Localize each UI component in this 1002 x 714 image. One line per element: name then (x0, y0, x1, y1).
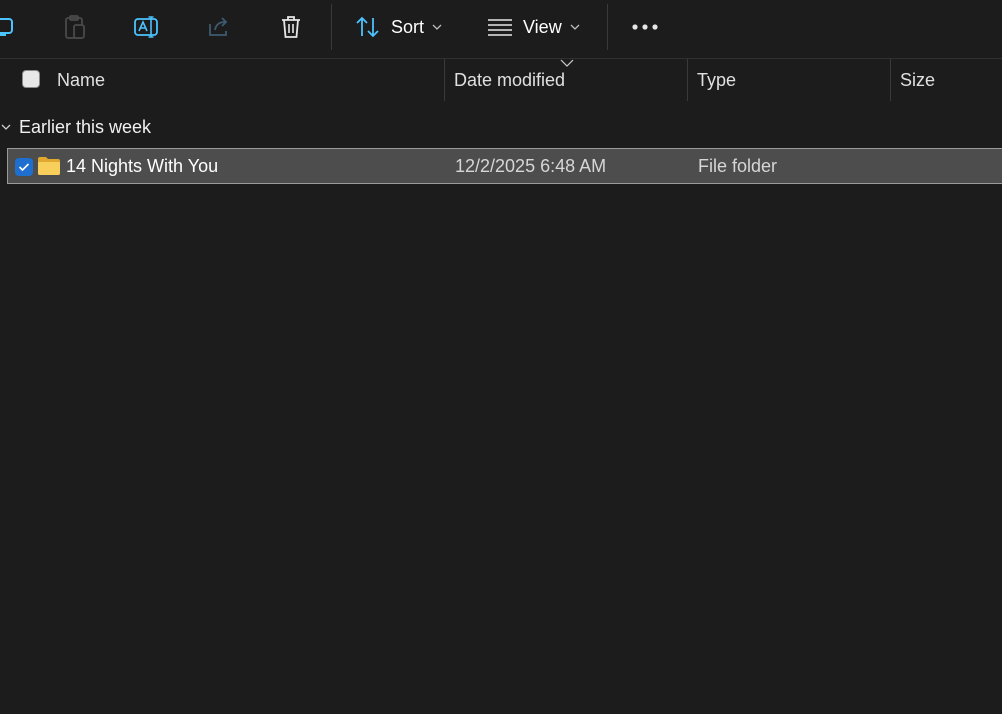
view-button[interactable]: View (487, 9, 587, 45)
file-name-text: 14 Nights With You (66, 155, 219, 176)
share-icon (209, 17, 228, 36)
delete-button[interactable] (276, 9, 306, 45)
checkmark-icon (18, 163, 30, 172)
group-header[interactable]: Earlier this week (0, 112, 151, 142)
row-checkbox[interactable] (15, 158, 33, 176)
column-header-type-label: Type (697, 69, 737, 90)
column-header-size[interactable]: Size (900, 59, 1000, 101)
toolbar-separator (331, 4, 332, 50)
sort-icon (356, 16, 379, 38)
column-header-date-label: Date modified (454, 69, 566, 90)
select-all-checkbox[interactable] (22, 70, 40, 88)
file-name: 14 Nights With You (66, 149, 218, 183)
copy-icon (0, 18, 13, 36)
chevron-down-icon (432, 24, 442, 30)
file-date-modified: 12/2/2025 6:48 AM (455, 149, 606, 183)
rename-button[interactable] (132, 9, 162, 45)
more-icon (632, 24, 658, 30)
file-date-text: 12/2/2025 6:48 AM (455, 155, 607, 176)
column-header-name-label: Name (57, 69, 106, 90)
folder-icon (38, 157, 60, 175)
share-button[interactable] (204, 9, 234, 45)
chevron-down-icon (1, 124, 11, 130)
column-header-name[interactable]: Name (57, 59, 442, 101)
sort-indicator-icon (560, 59, 574, 67)
view-icon (488, 19, 512, 36)
file-row[interactable]: 14 Nights With You 12/2/2025 6:48 AM Fil… (7, 148, 1002, 184)
column-resize-handle[interactable] (687, 59, 688, 101)
paste-button[interactable] (60, 9, 90, 45)
view-label: View (523, 16, 562, 37)
group-header-label: Earlier this week (19, 116, 152, 137)
command-bar: Sort View (0, 0, 1002, 59)
column-header-size-label: Size (900, 69, 936, 90)
copy-button[interactable] (0, 9, 20, 45)
column-resize-handle[interactable] (890, 59, 891, 101)
chevron-down-icon (570, 24, 580, 30)
sort-button[interactable]: Sort (355, 9, 450, 45)
delete-icon (282, 16, 300, 38)
more-options-button[interactable] (630, 9, 660, 45)
column-header-type[interactable]: Type (697, 59, 887, 101)
file-type: File folder (698, 149, 777, 183)
column-header-row: Name Date modified Type Size (0, 59, 1002, 101)
paste-icon (65, 15, 85, 39)
sort-label: Sort (391, 16, 425, 37)
toolbar-separator (607, 4, 608, 50)
file-type-text: File folder (698, 155, 778, 176)
rename-icon (134, 16, 158, 38)
column-resize-handle[interactable] (444, 59, 445, 101)
